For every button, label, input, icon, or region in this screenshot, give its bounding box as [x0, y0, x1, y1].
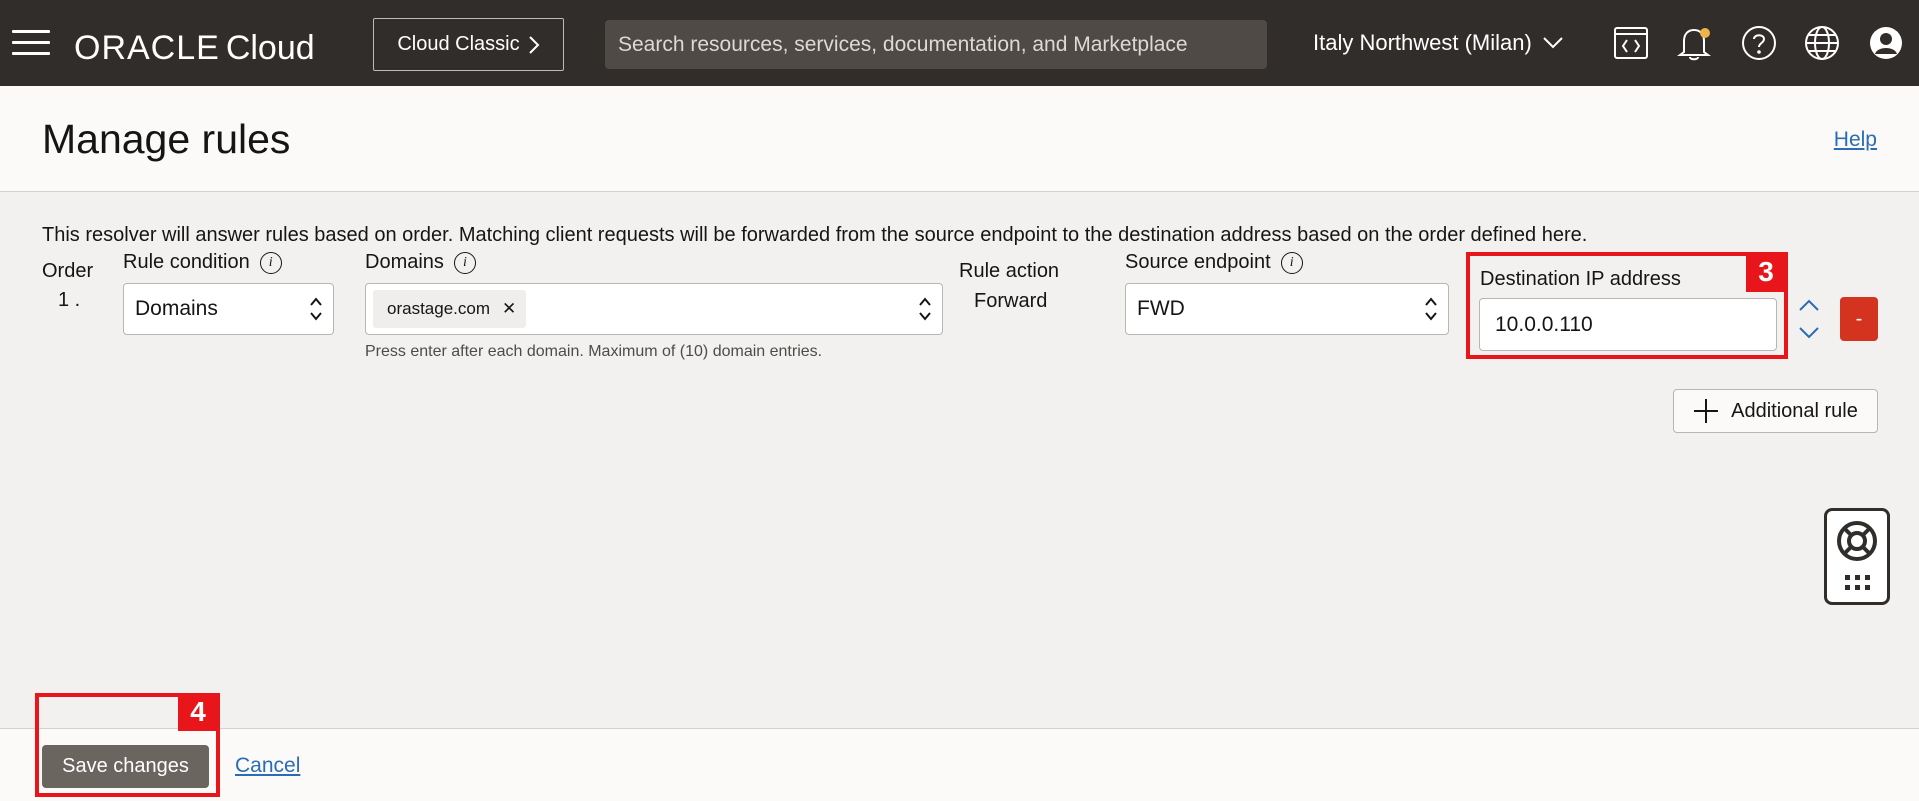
help-icon[interactable]: [1739, 22, 1779, 64]
region-label: Italy Northwest (Milan): [1313, 30, 1532, 55]
additional-rule-button[interactable]: Additional rule: [1673, 389, 1878, 433]
logo-brand: ORACLE: [74, 29, 220, 67]
domains-label: Domains i: [365, 251, 476, 274]
step-4-badge: 4: [178, 693, 218, 731]
rule-action-label: Rule action: [959, 260, 1060, 282]
select-arrows-icon: [1425, 297, 1437, 321]
cancel-link[interactable]: Cancel: [235, 754, 300, 778]
domains-multiselect[interactable]: orastage.com ✕: [365, 283, 943, 335]
step-3-highlight: [1466, 252, 1788, 359]
source-endpoint-select[interactable]: FWD: [1125, 283, 1449, 335]
bell-icon[interactable]: [1675, 22, 1715, 64]
move-down-icon[interactable]: [1797, 322, 1821, 342]
select-arrows-icon: [310, 297, 322, 321]
top-navigation-bar: ORACLE Cloud Cloud Classic Search resourc…: [0, 0, 1919, 86]
chevron-right-icon: [528, 35, 540, 54]
domains-label-text: Domains: [365, 251, 444, 273]
info-icon[interactable]: i: [259, 251, 282, 274]
rule-condition-select[interactable]: Domains: [123, 283, 334, 335]
region-selector[interactable]: Italy Northwest (Milan): [1313, 26, 1564, 60]
globe-icon[interactable]: [1802, 22, 1842, 64]
help-link[interactable]: Help: [1834, 128, 1877, 152]
remove-chip-icon[interactable]: ✕: [502, 299, 516, 319]
cloud-classic-label: Cloud Classic: [397, 33, 520, 55]
info-icon[interactable]: i: [453, 251, 476, 274]
domain-chip: orastage.com ✕: [373, 290, 527, 328]
rule-condition-label-text: Rule condition: [123, 251, 250, 273]
select-arrows-icon: [919, 297, 931, 321]
chevron-down-icon: [1543, 37, 1563, 49]
page-header: Manage rules Help: [0, 86, 1919, 192]
page-title: Manage rules: [42, 116, 291, 162]
lifebuoy-icon: [1837, 521, 1877, 590]
intro-text: This resolver will answer rules based on…: [42, 224, 1588, 246]
code-editor-icon[interactable]: [1611, 22, 1651, 64]
remove-rule-button[interactable]: -: [1840, 297, 1878, 341]
domain-chip-label: orastage.com: [387, 299, 490, 318]
order-number: 1 .: [58, 289, 81, 311]
oracle-cloud-logo[interactable]: ORACLE Cloud: [74, 28, 315, 68]
domains-hint: Press enter after each domain. Maximum o…: [365, 343, 823, 360]
rule-action-value: Forward: [974, 290, 1048, 312]
rule-condition-value: Domains: [135, 297, 218, 320]
step-3-badge: 3: [1746, 252, 1786, 292]
source-endpoint-label: Source endpoint i: [1125, 251, 1303, 274]
info-icon[interactable]: i: [1280, 251, 1303, 274]
move-up-icon[interactable]: [1797, 295, 1821, 315]
source-endpoint-label-text: Source endpoint: [1125, 251, 1271, 273]
plus-icon: [1694, 399, 1719, 423]
hamburger-menu-icon[interactable]: [12, 30, 50, 56]
additional-rule-label: Additional rule: [1731, 399, 1858, 422]
search-input[interactable]: Search resources, services, documentatio…: [605, 20, 1267, 69]
order-label: Order: [42, 260, 94, 282]
source-endpoint-value: FWD: [1137, 297, 1185, 320]
cloud-classic-button[interactable]: Cloud Classic: [373, 18, 564, 71]
logo-product: Cloud: [225, 29, 315, 67]
rule-condition-label: Rule condition i: [123, 251, 282, 274]
user-avatar-icon[interactable]: [1866, 22, 1906, 64]
help-widget[interactable]: [1824, 508, 1890, 605]
